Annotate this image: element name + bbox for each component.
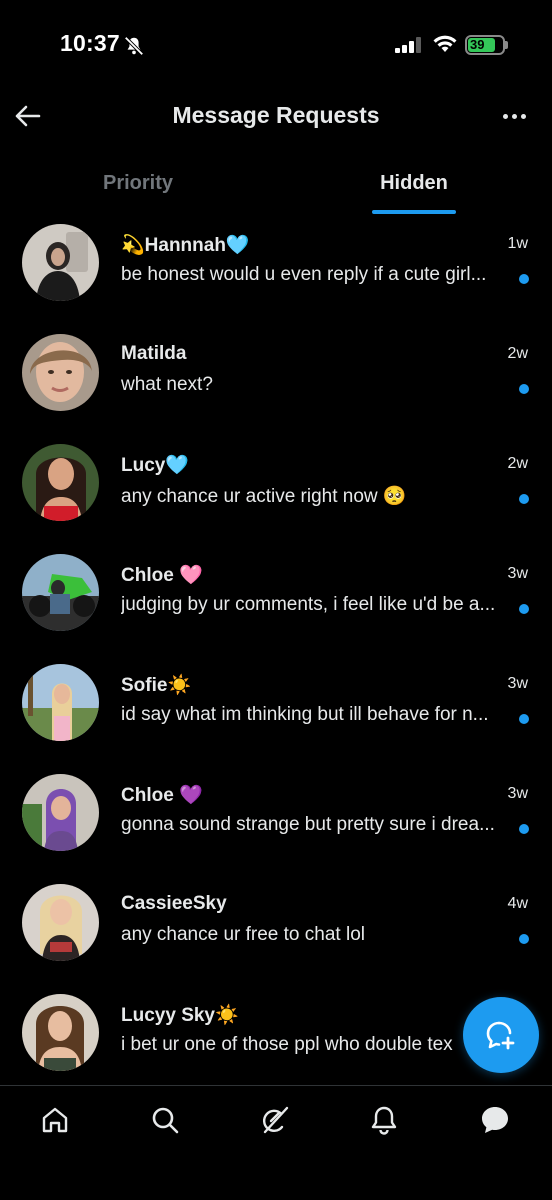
avatar[interactable]	[22, 444, 99, 521]
message-age: 2w	[507, 345, 528, 362]
avatar-image	[22, 334, 99, 411]
status-time: 10:37	[60, 30, 120, 56]
more-dot	[511, 113, 517, 119]
avatar[interactable]	[22, 774, 99, 851]
avatar[interactable]	[22, 884, 99, 961]
bell-slash-icon	[124, 36, 144, 56]
conversation-list: 💫Hannnah🩵 be honest would u even reply i…	[0, 218, 552, 1098]
tab-hidden[interactable]: Hidden	[276, 160, 552, 216]
unread-indicator	[519, 494, 529, 504]
grok-icon	[262, 1106, 289, 1134]
tab-label: Priority	[102, 172, 174, 194]
nav-messages[interactable]	[475, 1100, 515, 1140]
nav-home[interactable]	[35, 1100, 75, 1140]
message-age: 3w	[507, 785, 528, 802]
battery-tip	[505, 41, 508, 49]
avatar[interactable]	[22, 664, 99, 741]
nav-notifications[interactable]	[364, 1100, 404, 1140]
unread-indicator	[519, 714, 529, 724]
messages-icon	[482, 1107, 508, 1133]
conversation-row[interactable]: Lucy🩵 any chance ur active right now 🥺 2…	[0, 438, 552, 548]
new-message-button[interactable]	[463, 997, 539, 1073]
search-icon	[152, 1107, 179, 1134]
page-title: Message Requests	[172, 102, 380, 128]
tab-priority[interactable]: Priority	[0, 160, 276, 216]
notifications-icon	[371, 1106, 397, 1135]
sender-name: Lucy🩵	[121, 455, 190, 476]
avatar-image	[22, 664, 99, 741]
more-dot	[520, 113, 526, 119]
message-preview: id say what im thinking but ill behave f…	[121, 704, 489, 725]
conversation-row[interactable]: CassieeSky any chance ur free to chat lo…	[0, 878, 552, 988]
message-age: 4w	[507, 895, 528, 912]
avatar-image	[22, 554, 99, 631]
tab-bar: Priority Hidden	[0, 160, 552, 216]
avatar-image	[22, 884, 99, 961]
tab-label: Hidden	[380, 172, 448, 194]
sender-name: Sofie☀️	[121, 675, 192, 696]
message-preview: be honest would u even reply if a cute g…	[121, 264, 487, 285]
active-tab-indicator	[372, 210, 456, 214]
message-preview: any chance ur free to chat lol	[121, 924, 365, 945]
message-age: 2w	[507, 455, 528, 472]
avatar[interactable]	[22, 224, 99, 301]
avatar-image	[22, 444, 99, 521]
home-icon	[42, 1107, 68, 1133]
avatar-image	[22, 224, 99, 301]
avatar-image	[22, 994, 99, 1071]
new-message-icon	[486, 1021, 515, 1050]
sender-name: Lucyy Sky☀️	[121, 1005, 239, 1026]
wifi-icon	[433, 35, 457, 52]
unread-indicator	[519, 274, 529, 284]
avatar[interactable]	[22, 554, 99, 631]
avatar[interactable]	[22, 994, 99, 1071]
conversation-row[interactable]: 💫Hannnah🩵 be honest would u even reply i…	[0, 218, 552, 328]
message-preview: what next?	[121, 374, 213, 395]
conversation-row[interactable]: Chloe 🩷 judging by ur comments, i feel l…	[0, 548, 552, 658]
conversation-row[interactable]: Chloe 💜 gonna sound strange but pretty s…	[0, 768, 552, 878]
avatar[interactable]	[22, 334, 99, 411]
unread-indicator	[519, 824, 529, 834]
conversation-row[interactable]: Matilda what next? 2w	[0, 328, 552, 438]
avatar-image	[22, 774, 99, 851]
more-options-button[interactable]	[494, 100, 534, 132]
message-preview: any chance ur active right now 🥺	[121, 486, 407, 507]
message-preview: judging by ur comments, i feel like u'd …	[121, 594, 496, 615]
battery-level: 39	[468, 38, 495, 52]
bottom-navigation	[0, 1085, 552, 1200]
message-age: 1w	[507, 235, 528, 252]
sender-name: Chloe 🩷	[121, 565, 203, 586]
message-preview: gonna sound strange but pretty sure i dr…	[121, 814, 495, 835]
nav-search[interactable]	[145, 1100, 185, 1140]
message-preview: i bet ur one of those ppl who double tex	[121, 1034, 453, 1055]
sender-name: 💫Hannnah🩵	[121, 235, 250, 256]
unread-indicator	[519, 934, 529, 944]
sender-name: Matilda	[121, 343, 187, 364]
sender-name: Chloe 💜	[121, 785, 203, 806]
message-age: 3w	[507, 675, 528, 692]
unread-indicator	[519, 384, 529, 394]
sender-name: CassieeSky	[121, 893, 227, 914]
message-age: 3w	[507, 565, 528, 582]
conversation-row[interactable]: Sofie☀️ id say what im thinking but ill …	[0, 658, 552, 768]
status-bar: 10:37 39	[0, 0, 552, 90]
unread-indicator	[519, 604, 529, 614]
nav-grok[interactable]	[255, 1100, 295, 1140]
battery-icon: 39	[465, 35, 505, 55]
more-horizontal-icon	[502, 113, 508, 119]
cellular-signal-icon	[395, 37, 421, 53]
